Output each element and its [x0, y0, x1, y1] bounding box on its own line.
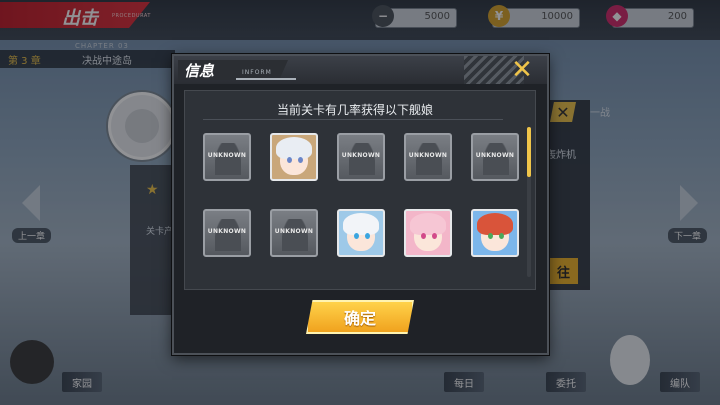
silhouette-icon [483, 143, 509, 175]
portrait-eye [499, 233, 504, 239]
ship-girl-portrait[interactable] [404, 209, 452, 257]
scrollbar-thumb[interactable] [527, 127, 531, 177]
unknown-ship-slot[interactable]: UNKNOWN [337, 133, 385, 181]
unknown-label: UNKNOWN [408, 152, 448, 159]
portrait-eye [488, 233, 493, 239]
portrait-eye [421, 233, 426, 239]
dialog-title-sub: INFORM [242, 69, 272, 76]
dialog-header: 信息 INFORM ✕ [174, 56, 547, 84]
unknown-ship-slot[interactable]: UNKNOWN [203, 133, 251, 181]
unknown-label: UNKNOWN [341, 152, 381, 159]
drop-list-subtitle: 当前关卡有几率获得以下舰娘 [276, 103, 433, 117]
silhouette-icon [416, 143, 442, 175]
portrait-eye [365, 233, 370, 239]
dialog-title: 信息 [184, 62, 215, 80]
silhouette-icon [215, 143, 241, 175]
scrollbar[interactable] [527, 127, 531, 277]
unknown-label: UNKNOWN [475, 152, 515, 159]
confirm-button[interactable]: 确定 [306, 300, 414, 334]
info-dialog: 信息 INFORM ✕ 当前关卡有几率获得以下舰娘 UNKNOWN UNKNOWN… [172, 54, 549, 355]
portrait-hair [477, 213, 513, 235]
portrait-eye [287, 157, 292, 163]
portrait-hair [343, 213, 379, 235]
portrait-eye [298, 157, 303, 163]
portrait-eye [354, 233, 359, 239]
portrait-eye [432, 233, 437, 239]
unknown-ship-slot[interactable]: UNKNOWN [471, 133, 519, 181]
portrait-hair [276, 137, 312, 159]
drop-list-panel: 当前关卡有几率获得以下舰娘 UNKNOWN UNKNOWN UNKNOWN UNKNO… [184, 90, 536, 290]
ship-girl-portrait[interactable] [471, 209, 519, 257]
unknown-ship-slot[interactable]: UNKNOWN [203, 209, 251, 257]
unknown-ship-slot[interactable]: UNKNOWN [270, 209, 318, 257]
ship-girl-portrait[interactable] [270, 133, 318, 181]
unknown-label: UNKNOWN [274, 228, 314, 235]
silhouette-icon [215, 219, 241, 251]
close-icon[interactable]: ✕ [504, 57, 540, 83]
silhouette-icon [349, 143, 375, 175]
ship-girl-portrait[interactable] [337, 209, 385, 257]
unknown-label: UNKNOWN [207, 152, 247, 159]
silhouette-icon [282, 219, 308, 251]
portrait-hair [410, 213, 446, 235]
title-underline [236, 78, 296, 80]
unknown-label: UNKNOWN [207, 228, 247, 235]
divider [203, 119, 503, 120]
unknown-ship-slot[interactable]: UNKNOWN [404, 133, 452, 181]
